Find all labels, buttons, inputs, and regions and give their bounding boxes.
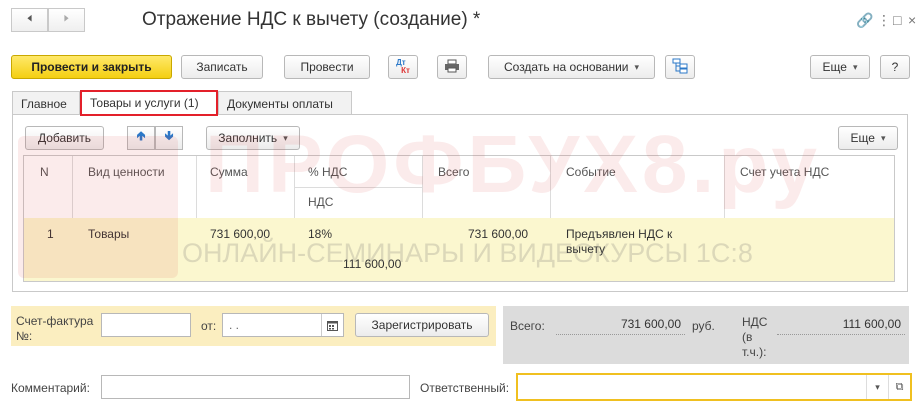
post-and-close-button[interactable]: Провести и закрыть [11, 55, 172, 79]
col-header-event: Событие [566, 165, 616, 179]
vat-label-1: НДС [742, 315, 768, 329]
arrow-up-icon: 🢁 [136, 128, 146, 143]
move-up-button[interactable]: 🢁 [127, 126, 155, 150]
cell-vat-pct: 18% [308, 227, 333, 241]
total-value: 731 600,00 [556, 313, 685, 335]
tab-main[interactable]: Главное [12, 91, 80, 115]
link-icon[interactable]: 🔗 [856, 12, 873, 29]
cell-sum: 731 600,00 [210, 227, 271, 241]
cell-n: 1 [47, 227, 54, 241]
goods-table[interactable]: N Вид ценности Сумма % НДС НДС Всего Соб… [23, 155, 895, 282]
move-down-button[interactable]: 🢃 [155, 126, 183, 150]
create-based-on-button[interactable]: Создать на основании ▾ [488, 55, 655, 79]
arrow-right-icon: 🢒 [63, 9, 70, 27]
invoice-number-field[interactable] [101, 313, 191, 337]
col-header-vat-pct: % НДС [308, 165, 348, 179]
currency-label: руб. [692, 319, 715, 333]
cell-vat: 111 600,00 [343, 257, 402, 271]
cell-event-line2: вычету [566, 242, 606, 256]
col-header-vat: НДС [308, 195, 334, 209]
col-header-sum: Сумма [210, 165, 248, 179]
col-header-n: N [40, 165, 49, 179]
chevron-down-icon: ▾ [283, 132, 288, 143]
table-row[interactable]: 1 Товары 731 600,00 18% 111 600,00 731 6… [24, 218, 894, 281]
add-button[interactable]: Добавить [25, 126, 104, 150]
responsible-field[interactable]: ▾ ⧉ [516, 373, 912, 401]
open-icon[interactable]: ⧉ [888, 375, 910, 399]
save-button[interactable]: Записать [181, 55, 263, 79]
col-header-total: Всего [438, 165, 470, 179]
cell-event-line1: Предъявлен НДС к [566, 227, 673, 241]
comment-label: Комментарий: [11, 381, 90, 395]
vat-label-3: т.ч.): [742, 345, 767, 359]
menu-dots-icon[interactable]: ⋮ [877, 12, 891, 29]
maximize-icon[interactable]: □ [893, 12, 901, 28]
chevron-down-icon: ▾ [880, 132, 886, 143]
print-button[interactable] [437, 55, 467, 79]
structure-button[interactable] [665, 55, 695, 79]
back-button[interactable]: 🢐 [11, 8, 48, 32]
register-button[interactable]: Зарегистрировать [355, 313, 489, 337]
help-button[interactable]: ? [880, 55, 910, 79]
cell-total: 731 600,00 [468, 227, 529, 241]
dt-kt-button[interactable]: Дт Кт [388, 55, 418, 79]
forward-button[interactable]: 🢒 [48, 8, 85, 32]
table-more-button[interactable]: Еще ▾ [838, 126, 898, 150]
vat-value: 111 600,00 [777, 313, 905, 335]
invoice-from-label: от: [201, 319, 217, 333]
post-button[interactable]: Провести [284, 55, 370, 79]
dt-kt-icon: Дт Кт [396, 58, 410, 75]
tab-payment-documents[interactable]: Документы оплаты [218, 91, 352, 115]
invoice-label-line2: №: [16, 329, 33, 343]
total-label: Всего: [510, 319, 545, 333]
chevron-down-icon[interactable]: ▾ [866, 375, 888, 399]
printer-icon [444, 59, 460, 76]
responsible-label: Ответственный: [420, 381, 510, 395]
cell-kind: Товары [88, 227, 130, 241]
vat-label-2: (в [742, 330, 753, 344]
arrow-down-icon: 🢃 [164, 128, 174, 143]
fill-button[interactable]: Заполнить ▾ [206, 126, 300, 150]
calendar-icon[interactable] [321, 314, 343, 336]
page-title: Отражение НДС к вычету (создание) * [142, 9, 481, 30]
chevron-down-icon: ▾ [634, 61, 640, 72]
arrow-left-icon: 🢐 [26, 9, 33, 27]
col-header-kind: Вид ценности [88, 165, 165, 179]
invoice-label-line1: Счет-фактура [16, 314, 94, 328]
comment-field[interactable] [101, 375, 410, 399]
close-icon[interactable]: × [908, 12, 916, 28]
more-button[interactable]: Еще ▾ [810, 55, 870, 79]
hierarchy-icon [672, 58, 688, 77]
col-header-account: Счет учета НДС [740, 165, 830, 179]
chevron-down-icon: ▾ [852, 61, 858, 72]
tab-goods-services[interactable]: Товары и услуги (1) [80, 90, 218, 116]
invoice-date-field[interactable]: . . [222, 313, 344, 337]
